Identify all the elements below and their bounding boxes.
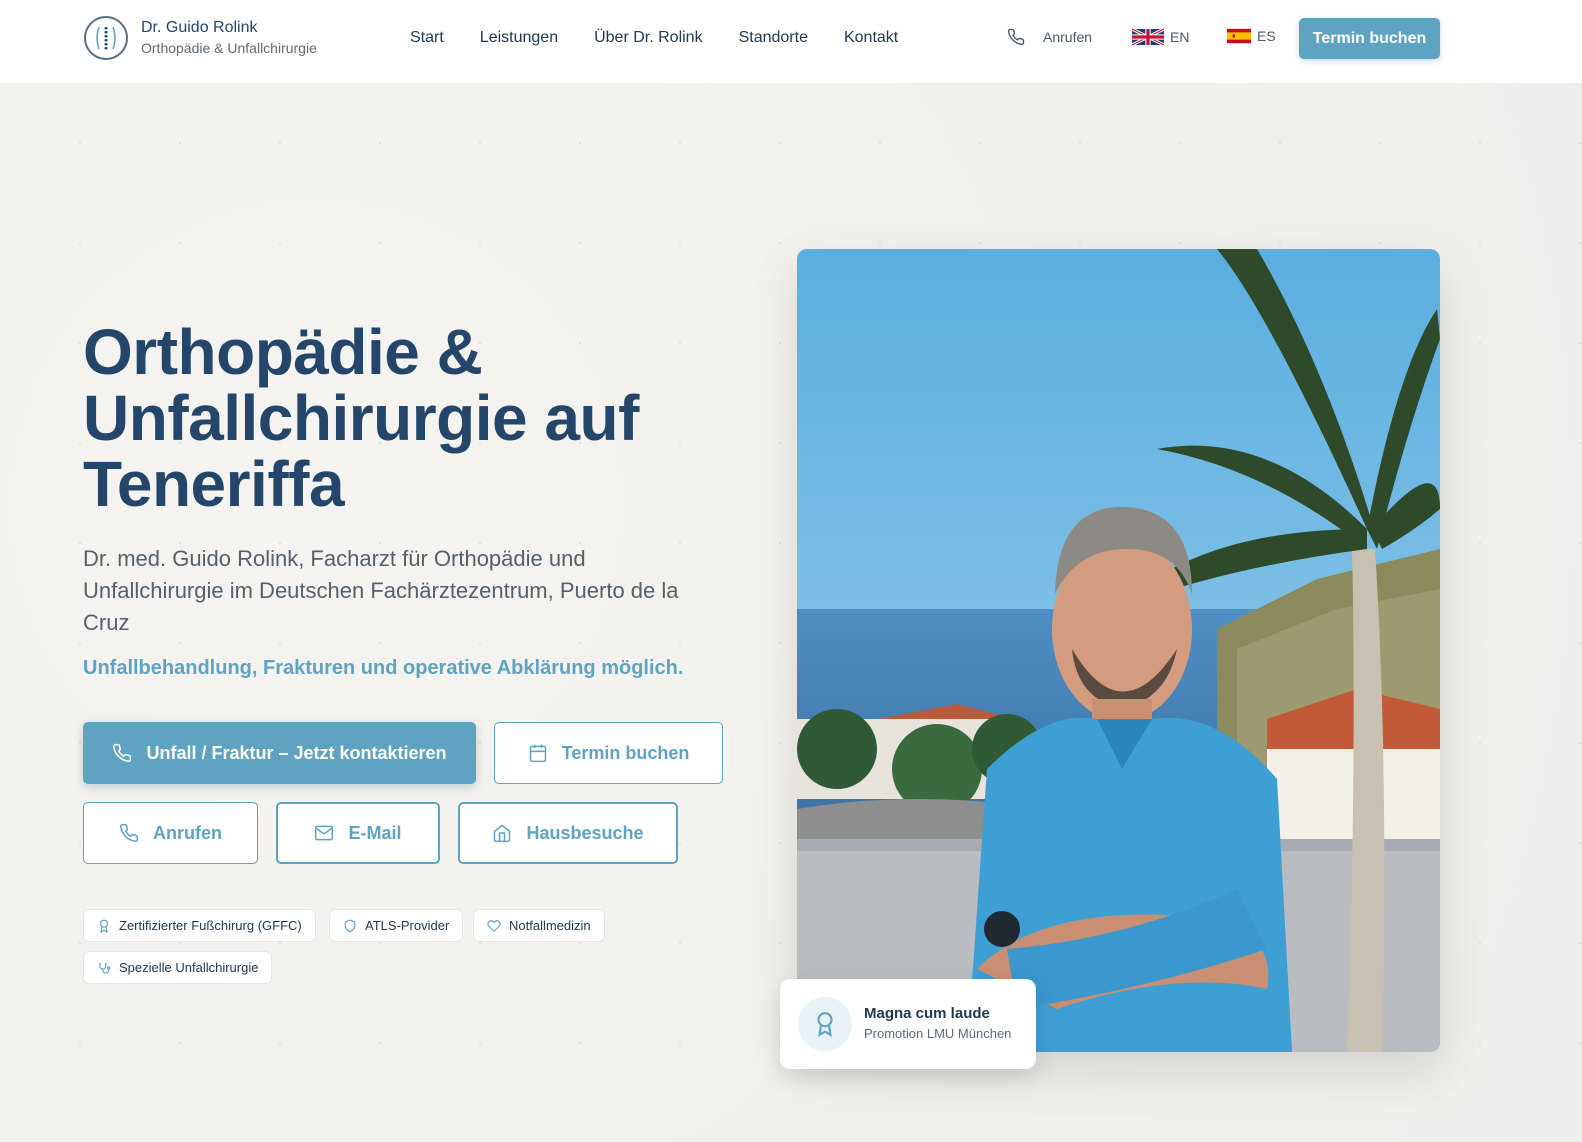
nav-standorte[interactable]: Standorte: [739, 29, 808, 47]
award-subtitle: Promotion LMU München: [864, 1026, 1012, 1041]
phone-icon: [113, 743, 132, 762]
book-appointment-label: Termin buchen: [561, 742, 690, 763]
lang-es[interactable]: ES: [1227, 28, 1276, 44]
phone-icon: [1007, 28, 1025, 46]
award-icon: [99, 919, 109, 933]
main-nav: Start Leistungen Über Dr. Rolink Standor…: [410, 29, 898, 47]
heart-icon: [487, 919, 501, 932]
badge-label: ATLS-Provider: [365, 918, 450, 933]
phone-icon: [120, 823, 139, 842]
hero-title: Orthopädie & Unfallchirurgie auf Tenerif…: [83, 316, 639, 520]
emergency-contact-button[interactable]: Unfall / Fraktur – Jetzt kontaktieren: [83, 722, 476, 784]
site-header: Dr. Guido Rolink Orthopädie & Unfallchir…: [0, 0, 1582, 83]
logo[interactable]: Dr. Guido Rolink Orthopädie & Unfallchir…: [84, 16, 317, 60]
header-call-label: Anrufen: [1043, 29, 1093, 45]
email-label: E-Mail: [348, 822, 402, 843]
doctor-photo: [797, 249, 1440, 1052]
ribbon-icon: [798, 997, 852, 1051]
home-icon: [494, 824, 511, 843]
badge-label: Notfallmedizin: [509, 918, 591, 933]
nav-start[interactable]: Start: [410, 29, 444, 47]
award-title: Magna cum laude: [864, 1005, 990, 1022]
badge-label: Zertifizierter Fußchirurg (GFFC): [119, 918, 302, 933]
shield-icon: [344, 919, 356, 932]
brand-name: Dr. Guido Rolink: [141, 19, 258, 36]
call-button[interactable]: Anrufen: [83, 802, 258, 864]
book-appointment-button[interactable]: Termin buchen: [494, 722, 723, 784]
nav-leistungen[interactable]: Leistungen: [480, 29, 558, 47]
nav-ueber[interactable]: Über Dr. Rolink: [594, 29, 702, 47]
mail-icon: [315, 825, 334, 841]
lang-en[interactable]: EN: [1132, 28, 1189, 46]
award-card: Magna cum laude Promotion LMU München: [780, 979, 1036, 1069]
uk-flag-icon: [1132, 28, 1164, 46]
brand-subtitle: Orthopädie & Unfallchirurgie: [141, 40, 317, 56]
house-calls-label: Hausbesuche: [526, 822, 644, 843]
badge-trauma-surgery: Spezielle Unfallchirurgie: [83, 951, 273, 984]
badge-atls: ATLS-Provider: [329, 909, 464, 942]
house-calls-button[interactable]: Hausbesuche: [458, 802, 678, 864]
calendar-icon: [529, 744, 546, 763]
stethoscope-icon: [99, 962, 111, 974]
email-button[interactable]: E-Mail: [276, 802, 440, 864]
hero-section: Orthopädie & Unfallchirurgie auf Tenerif…: [0, 83, 1582, 1142]
lang-es-label: ES: [1257, 28, 1276, 44]
call-label: Anrufen: [153, 822, 222, 843]
badge-label: Spezielle Unfallchirurgie: [119, 960, 259, 975]
hero-accent-text: Unfallbehandlung, Frakturen und operativ…: [83, 657, 684, 679]
badge-foot-surgeon: Zertifizierter Fußchirurg (GFFC): [83, 909, 316, 942]
nav-kontakt[interactable]: Kontakt: [844, 29, 898, 47]
badge-emergency-medicine: Notfallmedizin: [473, 909, 605, 942]
lang-en-label: EN: [1170, 29, 1190, 45]
header-book-button[interactable]: Termin buchen: [1299, 18, 1440, 59]
emergency-contact-label: Unfall / Fraktur – Jetzt kontaktieren: [146, 742, 447, 763]
header-call-link[interactable]: Anrufen: [1007, 28, 1092, 46]
spine-logo-icon: [84, 16, 128, 60]
spain-flag-icon: [1227, 28, 1251, 44]
hero-subtitle: Dr. med. Guido Rolink, Facharzt für Orth…: [83, 546, 679, 635]
